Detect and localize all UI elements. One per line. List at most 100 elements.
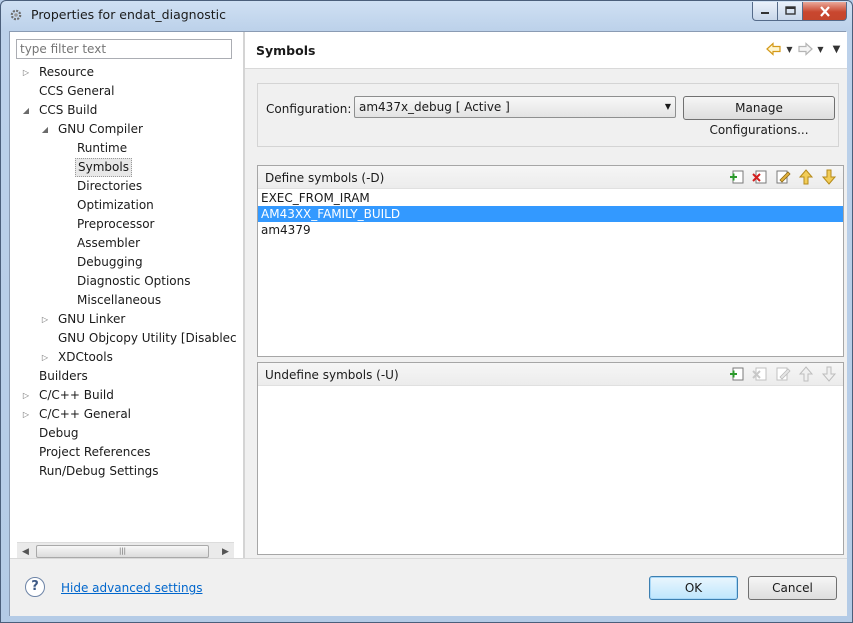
history-navigation: ▼ ▼ ▼ <box>766 41 841 57</box>
window-title: Properties for endat_diagnostic <box>31 7 226 22</box>
configuration-select[interactable]: am437x_debug [ Active ] ▼ <box>354 96 676 118</box>
tree-item-label: C/C++ Build <box>39 388 114 402</box>
tree-item[interactable]: Debugging <box>10 253 243 272</box>
filter-input[interactable] <box>16 39 232 59</box>
dialog-client-area: ▷ Resource CCS General ◢ CCS Build ◢ GNU Compi… <box>9 31 847 616</box>
page-title: Symbols <box>256 43 316 58</box>
define-symbols-title: Define symbols (-D) <box>265 171 385 185</box>
tree-item-label: GNU Linker <box>58 312 126 326</box>
undefine-symbols-title: Undefine symbols (-U) <box>265 368 399 382</box>
collapsed-arrow-icon[interactable]: ▷ <box>40 348 50 367</box>
edit-icon[interactable] <box>775 169 791 185</box>
collapsed-arrow-icon[interactable]: ▷ <box>40 310 50 329</box>
tree-item[interactable]: Debug <box>10 424 243 443</box>
collapsed-arrow-icon[interactable]: ▷ <box>21 63 31 82</box>
tree-item-label: GNU Compiler <box>58 122 143 136</box>
horizontal-scrollbar[interactable]: ◀ ||| ▶ <box>17 542 234 559</box>
undefine-symbols-panel: Undefine symbols (-U) <box>257 362 844 555</box>
move-up-icon[interactable] <box>798 169 814 185</box>
expanded-arrow-icon[interactable]: ◢ <box>21 101 31 120</box>
dialog-footer: ? Hide advanced settings OK Cancel <box>10 558 847 616</box>
define-symbols-header: Define symbols (-D) <box>258 166 843 189</box>
back-arrow-icon[interactable] <box>766 41 782 57</box>
ok-button[interactable]: OK <box>649 576 738 600</box>
tree-item[interactable]: CCS General <box>10 82 243 101</box>
close-icon <box>819 5 830 17</box>
maximize-button[interactable] <box>778 2 803 21</box>
help-icon[interactable]: ? <box>25 577 45 597</box>
undefine-symbols-toolbar <box>729 366 837 382</box>
move-down-icon[interactable] <box>821 169 837 185</box>
list-item[interactable]: AM43XX_FAMILY_BUILD <box>258 206 843 222</box>
tree-item-label: Symbols <box>75 158 132 177</box>
tree-item[interactable]: GNU Objcopy Utility [Disablec <box>10 329 243 348</box>
tree-item[interactable]: ▷ C/C++ Build <box>10 386 243 405</box>
chevron-down-icon: ▼ <box>664 102 671 111</box>
manage-configurations-button[interactable]: Manage Configurations... <box>683 96 835 137</box>
tree-item[interactable]: ▷ Resource <box>10 63 243 82</box>
undefine-symbols-header: Undefine symbols (-U) <box>258 363 843 386</box>
tree-item-label: C/C++ General <box>39 407 132 421</box>
tree-item[interactable]: Diagnostic Options <box>10 272 243 291</box>
list-item[interactable]: am4379 <box>258 222 843 238</box>
tree-item-label: Preprocessor <box>77 217 155 231</box>
tree-item-label: Run/Debug Settings <box>39 464 159 478</box>
tree-item-label: Builders <box>39 369 88 383</box>
property-page: Symbols ▼ ▼ ▼ Configuration: am437x_debu <box>245 32 847 558</box>
tree-item[interactable]: Run/Debug Settings <box>10 462 243 481</box>
add-icon[interactable] <box>729 366 745 382</box>
tree-item[interactable]: Builders <box>10 367 243 386</box>
tree-item-label: Project References <box>39 445 151 459</box>
minimize-button[interactable] <box>752 2 778 21</box>
tree-item-label: Debugging <box>77 255 143 269</box>
maximize-icon <box>784 6 796 15</box>
tree-item-label: Assembler <box>77 236 141 250</box>
define-symbols-panel: Define symbols (-D) EXEC_FROM_IRAM AM43X… <box>257 165 844 357</box>
tree-item[interactable]: ◢ GNU Compiler <box>10 120 243 139</box>
tree-item-label: Optimization <box>77 198 154 212</box>
tree-item[interactable]: ▷ GNU Linker <box>10 310 243 329</box>
forward-arrow-icon[interactable] <box>797 41 813 57</box>
delete-icon <box>752 366 768 382</box>
tree-item[interactable]: Preprocessor <box>10 215 243 234</box>
tree-item-label: Directories <box>77 179 143 193</box>
tree-item-label: Resource <box>39 65 95 79</box>
tree-item[interactable]: Optimization <box>10 196 243 215</box>
forward-menu-chevron-down-icon[interactable]: ▼ <box>816 45 825 54</box>
tree-item[interactable]: Project References <box>10 443 243 462</box>
close-button[interactable] <box>803 2 847 21</box>
scrollbar-thumb[interactable]: ||| <box>36 545 209 558</box>
collapsed-arrow-icon[interactable]: ▷ <box>21 386 31 405</box>
tree-item-label: Runtime <box>77 141 128 155</box>
tree-item-label: CCS Build <box>39 103 98 117</box>
tree-item[interactable]: Symbols <box>10 158 243 177</box>
view-menu-chevron-down-icon[interactable]: ▼ <box>832 44 841 55</box>
expanded-arrow-icon[interactable]: ◢ <box>40 120 50 139</box>
back-menu-chevron-down-icon[interactable]: ▼ <box>785 45 794 54</box>
property-tree: ▷ Resource CCS General ◢ CCS Build ◢ GNU Compi… <box>10 63 243 481</box>
tree-item[interactable]: Runtime <box>10 139 243 158</box>
list-item[interactable]: EXEC_FROM_IRAM <box>258 190 843 206</box>
tree-item[interactable]: ▷ XDCtools <box>10 348 243 367</box>
configuration-label: Configuration: <box>266 102 352 116</box>
gear-icon <box>9 8 23 22</box>
caption-buttons <box>752 2 847 21</box>
tree-item-label: XDCtools <box>58 350 113 364</box>
tree-item[interactable]: ◢ CCS Build <box>10 101 243 120</box>
collapsed-arrow-icon[interactable]: ▷ <box>21 405 31 424</box>
configuration-group: Configuration: am437x_debug [ Active ] ▼… <box>257 83 839 147</box>
add-icon[interactable] <box>729 169 745 185</box>
tree-item-label: CCS General <box>39 84 115 98</box>
title-bar[interactable]: Properties for endat_diagnostic <box>1 1 852 30</box>
navigation-panel: ▷ Resource CCS General ◢ CCS Build ◢ GNU Compi… <box>10 32 243 559</box>
configuration-value: am437x_debug [ Active ] <box>359 100 510 114</box>
cancel-button[interactable]: Cancel <box>748 576 837 600</box>
delete-icon[interactable] <box>752 169 768 185</box>
define-symbols-list[interactable]: EXEC_FROM_IRAM AM43XX_FAMILY_BUILD am4379 <box>258 190 843 238</box>
tree-item[interactable]: ▷ C/C++ General <box>10 405 243 424</box>
hide-advanced-settings-link[interactable]: Hide advanced settings <box>61 581 202 595</box>
move-down-icon <box>821 366 837 382</box>
tree-item[interactable]: Assembler <box>10 234 243 253</box>
tree-item[interactable]: Miscellaneous <box>10 291 243 310</box>
tree-item[interactable]: Directories <box>10 177 243 196</box>
